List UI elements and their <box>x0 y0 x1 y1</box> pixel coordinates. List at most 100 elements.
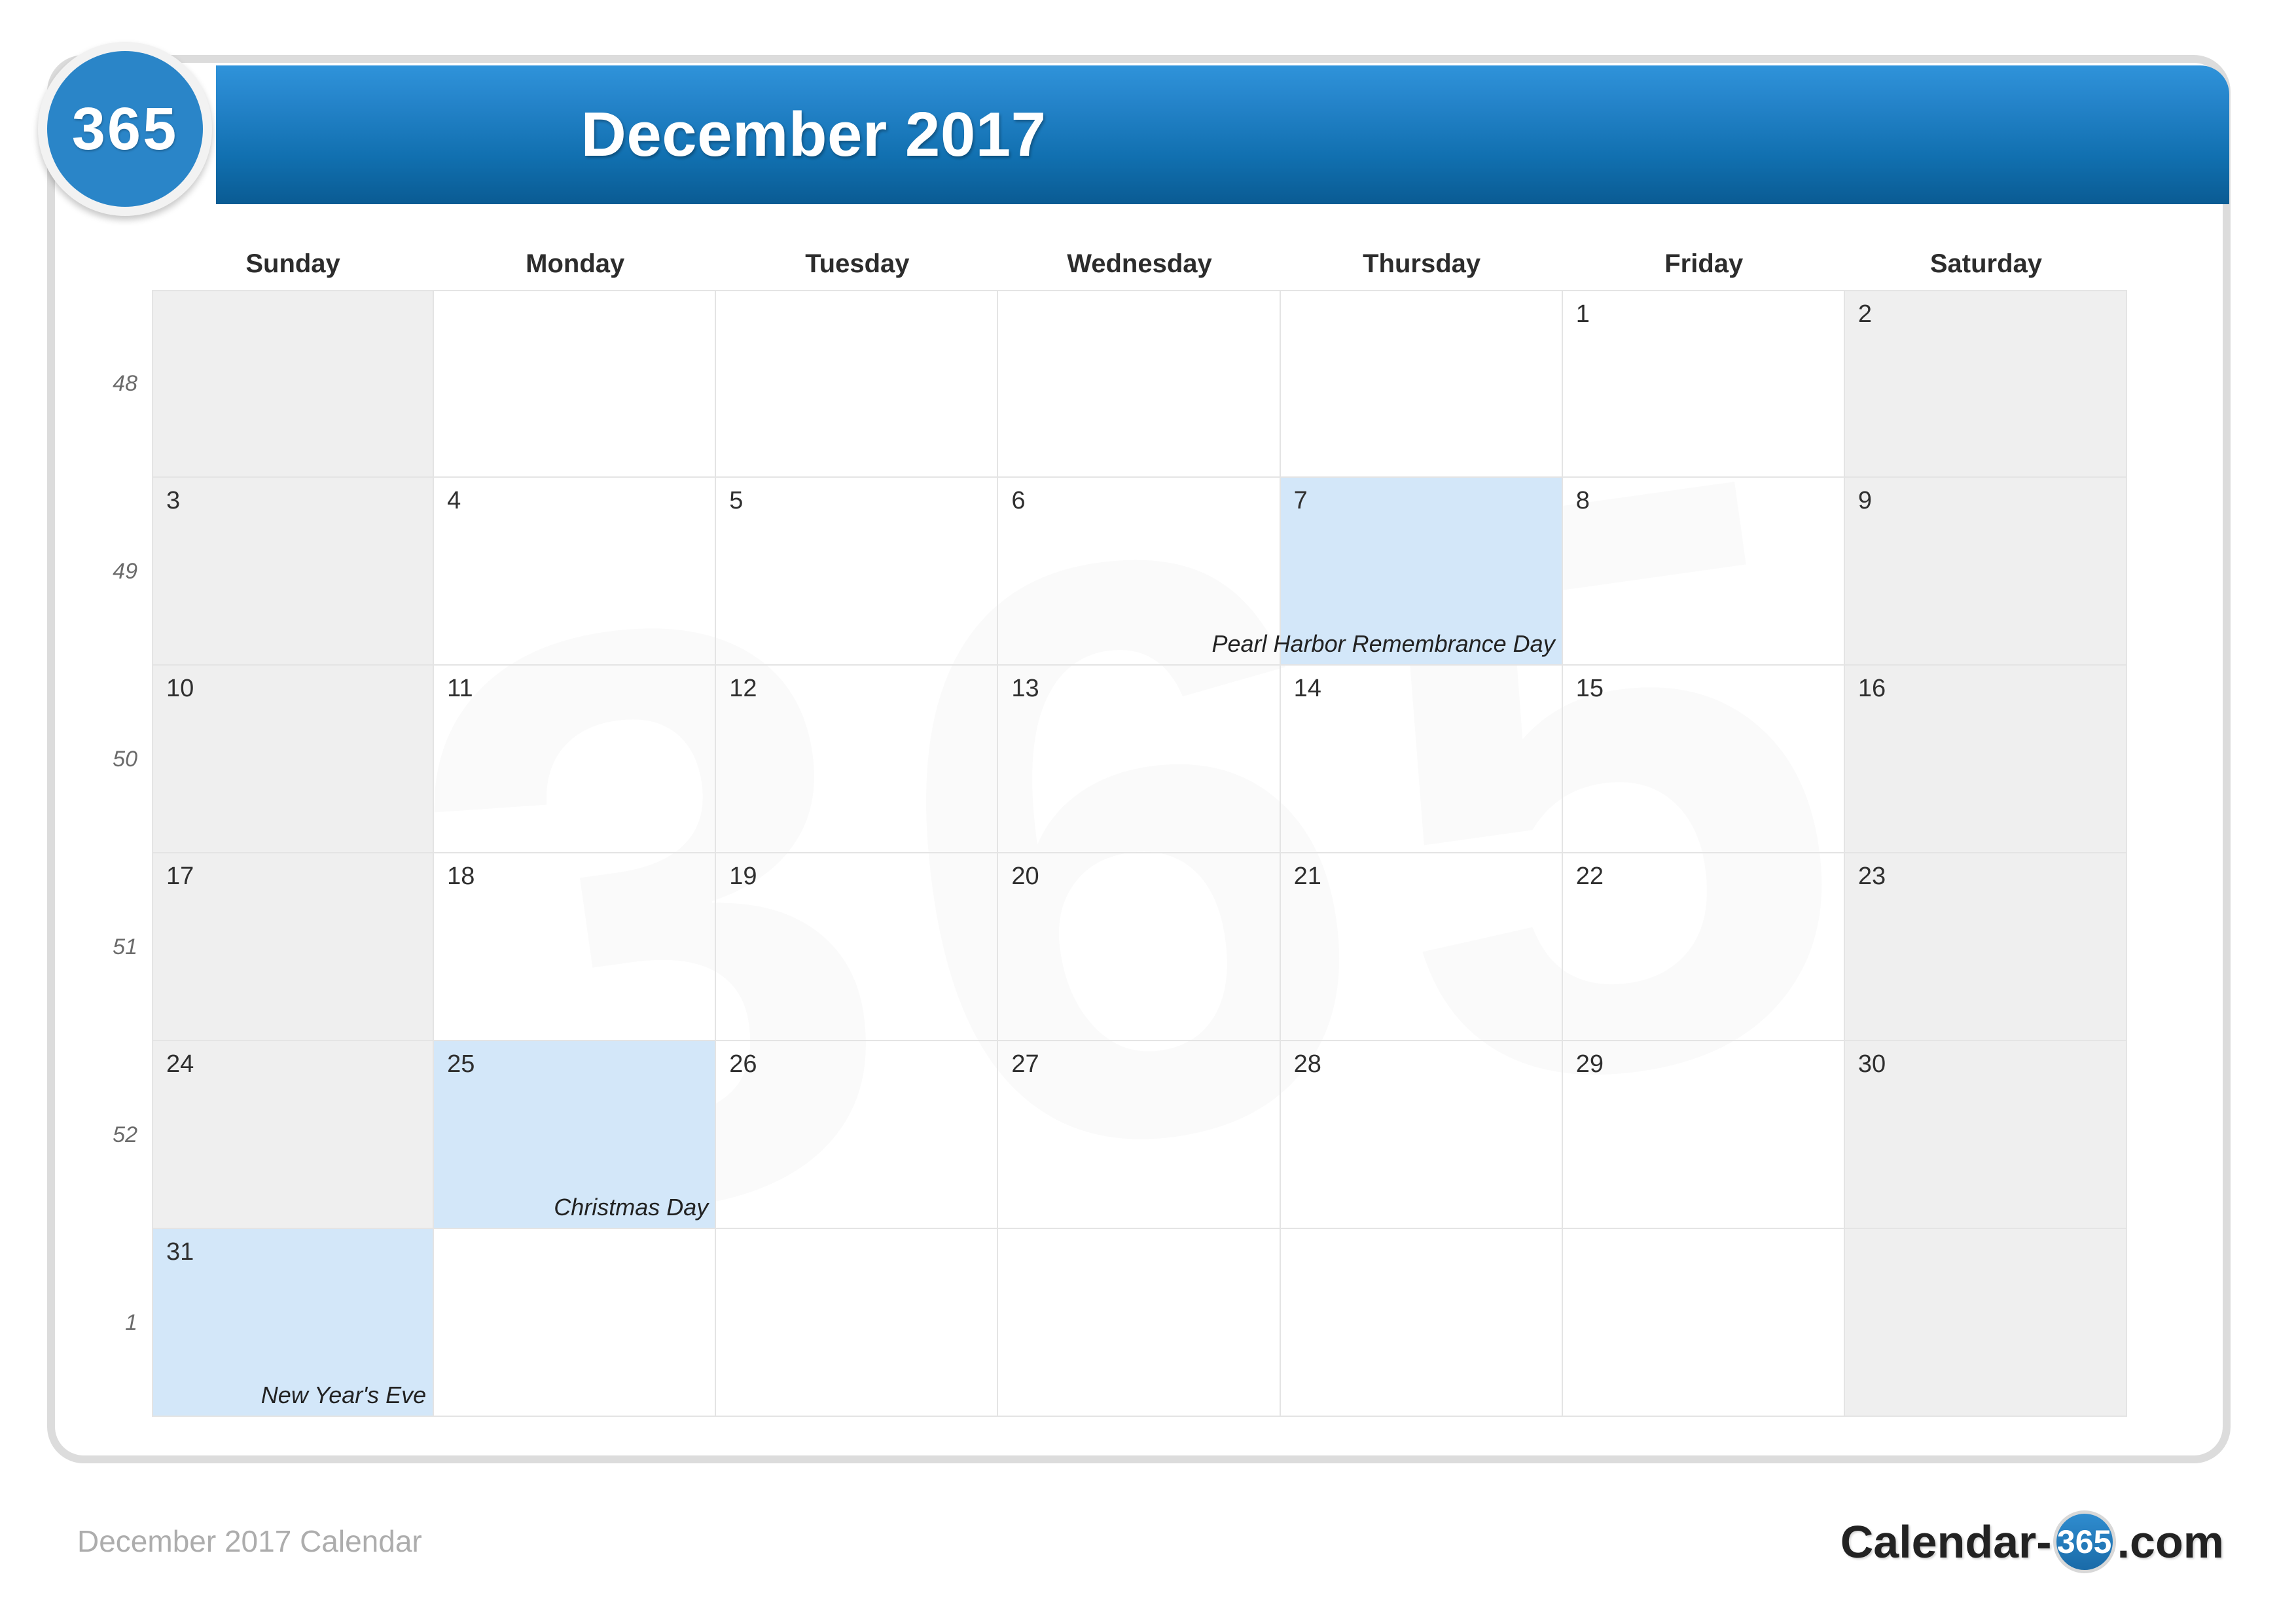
day-cell[interactable]: 27 <box>998 1041 1281 1229</box>
day-cell-empty <box>1280 290 1563 478</box>
day-cell[interactable]: 15 <box>1562 666 1845 853</box>
day-cell[interactable]: 17 <box>152 853 435 1041</box>
day-number: 26 <box>729 1050 757 1078</box>
day-number: 28 <box>1293 1050 1321 1078</box>
day-number: 8 <box>1575 487 1590 514</box>
footer-caption: December 2017 Calendar <box>77 1524 422 1558</box>
day-number: 5 <box>729 487 744 514</box>
day-cell-empty <box>434 290 717 478</box>
day-number: 20 <box>1011 863 1039 890</box>
week-number: 51 <box>113 935 137 959</box>
day-number: 13 <box>1011 675 1039 702</box>
week-number: 49 <box>113 559 137 584</box>
day-number: 22 <box>1575 863 1604 890</box>
day-cell[interactable]: 28 <box>1280 1041 1563 1229</box>
day-cell[interactable]: 25 Christmas Day <box>434 1041 717 1229</box>
week-number: 48 <box>113 371 137 396</box>
day-number: 2 <box>1857 300 1872 328</box>
day-cell[interactable]: 2 <box>1844 290 2127 478</box>
day-cell[interactable]: 31 New Year's Eve <box>152 1229 435 1417</box>
day-cell[interactable]: 8 <box>1562 478 1845 666</box>
day-number: 21 <box>1293 863 1321 890</box>
day-cell[interactable]: 16 <box>1844 666 2127 853</box>
day-cell[interactable]: 5 <box>716 478 999 666</box>
day-number: 24 <box>166 1050 194 1078</box>
day-number: 3 <box>166 487 181 514</box>
week-number-column: 48 49 50 51 52 1 <box>39 290 137 1417</box>
day-cell-empty <box>998 1229 1281 1417</box>
day-cell[interactable]: 14 <box>1280 666 1563 853</box>
weekday-header-wednesday: Wednesday <box>1067 249 1212 278</box>
logo-365-icon: 365 <box>2053 1510 2116 1573</box>
weekday-header-monday: Monday <box>526 249 625 278</box>
day-cell-empty <box>716 290 999 478</box>
day-number: 25 <box>447 1050 475 1078</box>
day-number: 23 <box>1857 863 1886 890</box>
day-cell[interactable]: 24 <box>152 1041 435 1229</box>
day-number: 7 <box>1293 487 1308 514</box>
day-cell[interactable]: 20 <box>998 853 1281 1041</box>
week-number: 52 <box>113 1122 137 1147</box>
week-number: 50 <box>113 747 137 772</box>
month-header-bar: December 2017 <box>216 65 2229 204</box>
day-cell[interactable]: 3 <box>152 478 435 666</box>
logo-suffix: .com <box>2117 1516 2224 1567</box>
day-cell[interactable]: 26 <box>716 1041 999 1229</box>
logo-prefix: Calendar- <box>1840 1516 2052 1567</box>
day-cell[interactable]: 23 <box>1844 853 2127 1041</box>
weekday-header-saturday: Saturday <box>1929 249 2042 278</box>
day-cell[interactable]: 10 <box>152 666 435 853</box>
day-number: 1 <box>1575 300 1590 328</box>
day-number: 11 <box>447 675 473 702</box>
weekday-header-thursday: Thursday <box>1363 249 1481 278</box>
day-cell[interactable]: 1 <box>1562 290 1845 478</box>
day-cell-empty <box>152 290 435 478</box>
day-number: 27 <box>1011 1050 1039 1078</box>
weekday-header-sunday: Sunday <box>245 249 340 278</box>
day-cell-empty <box>716 1229 999 1417</box>
day-number: 6 <box>1011 487 1026 514</box>
day-cell-empty <box>1844 1229 2127 1417</box>
day-number: 19 <box>729 863 757 890</box>
day-cell[interactable]: 29 <box>1562 1041 1845 1229</box>
day-number: 14 <box>1293 675 1321 702</box>
day-number: 10 <box>166 675 194 702</box>
day-number: 30 <box>1857 1050 1886 1078</box>
weekday-header-tuesday: Tuesday <box>805 249 910 278</box>
day-number: 29 <box>1575 1050 1604 1078</box>
brand-badge-label: 365 <box>71 95 179 162</box>
day-cell[interactable]: 11 <box>434 666 717 853</box>
day-number: 9 <box>1857 487 1872 514</box>
day-cell[interactable]: 18 <box>434 853 717 1041</box>
holiday-label: Christmas Day <box>554 1194 709 1221</box>
day-number: 4 <box>447 487 461 514</box>
holiday-label: New Year's Eve <box>260 1382 427 1408</box>
logo-badge-label: 365 <box>2056 1524 2112 1560</box>
calendar-grid: 1 2 3 4 5 6 7 Pearl Harbor Remembrance Day 8 9 10 1… <box>152 290 2127 1417</box>
weekday-header-row: Sunday Monday Tuesday Wednesday Thursday Frid… <box>152 249 2127 289</box>
day-number: 12 <box>729 675 757 702</box>
weekday-header-friday: Friday <box>1664 249 1744 278</box>
day-number: 18 <box>447 863 475 890</box>
day-cell-empty <box>1280 1229 1563 1417</box>
day-number: 16 <box>1857 675 1886 702</box>
holiday-label: Pearl Harbor Remembrance Day <box>1211 630 1555 657</box>
day-cell[interactable]: 13 <box>998 666 1281 853</box>
day-cell[interactable]: 7 Pearl Harbor Remembrance Day <box>1212 478 1563 666</box>
day-cell-empty <box>434 1229 717 1417</box>
day-cell[interactable]: 22 <box>1562 853 1845 1041</box>
day-cell[interactable]: 19 <box>716 853 999 1041</box>
day-cell[interactable]: 4 <box>434 478 717 666</box>
brand-badge-365[interactable]: 365 <box>38 42 212 216</box>
day-number: 15 <box>1575 675 1604 702</box>
day-cell[interactable]: 9 <box>1844 478 2127 666</box>
page-title: December 2017 <box>581 99 1047 169</box>
day-number: 31 <box>166 1238 194 1266</box>
day-cell[interactable]: 21 <box>1280 853 1563 1041</box>
day-cell[interactable]: 12 <box>716 666 999 853</box>
day-cell-empty <box>998 290 1281 478</box>
day-number: 17 <box>166 863 194 890</box>
day-cell[interactable]: 30 <box>1844 1041 2127 1229</box>
week-number: 1 <box>125 1310 137 1335</box>
site-logo[interactable]: Calendar- 365 .com <box>1840 1510 2224 1573</box>
